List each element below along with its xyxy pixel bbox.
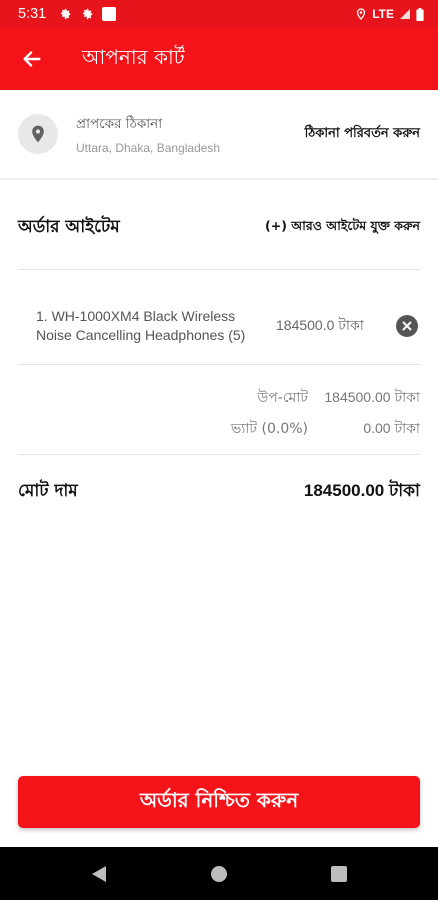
nav-recents-icon bbox=[331, 865, 347, 882]
total-value: 184500.00 টাকা bbox=[303, 481, 420, 500]
settings-icon bbox=[83, 8, 93, 20]
status-bar: 5:31 LTE bbox=[0, 0, 438, 28]
close-icon bbox=[402, 321, 412, 331]
cart-item-price: 184500.0 টাকা bbox=[276, 317, 364, 333]
notification-square-icon bbox=[102, 7, 117, 21]
location-icon bbox=[357, 8, 366, 20]
system-nav-bar bbox=[0, 847, 438, 900]
nav-home-icon bbox=[211, 865, 227, 882]
change-address-button[interactable]: ঠিকানা পরিবর্তন করুন bbox=[305, 124, 420, 145]
add-more-items-button[interactable]: (+) আরও আইটেম যুক্ত করুন bbox=[265, 218, 420, 238]
back-button[interactable] bbox=[2, 28, 62, 90]
nav-back-button[interactable] bbox=[39, 847, 159, 900]
arrow-left-icon bbox=[23, 51, 41, 67]
divider bbox=[0, 178, 438, 180]
nav-home-button[interactable] bbox=[159, 847, 279, 900]
subtotal-value: 184500.00 টাকা bbox=[324, 389, 420, 405]
divider bbox=[18, 454, 420, 455]
divider bbox=[18, 364, 420, 365]
order-items-title: অর্ডার আইটেম bbox=[18, 217, 120, 237]
divider bbox=[18, 269, 420, 270]
vat-value: 0.00 টাকা bbox=[363, 420, 420, 436]
total-label: মোট দাম bbox=[18, 481, 78, 501]
settings-icon bbox=[61, 8, 71, 20]
battery-icon bbox=[416, 7, 424, 21]
vat-label: ভ্যাট (0.0%) bbox=[230, 421, 308, 437]
app-bar: আপনার কার্ট bbox=[0, 28, 438, 90]
cart-content: প্রাপকের ঠিকানা Uttara, Dhaka, Banglades… bbox=[0, 90, 438, 847]
signal-icon bbox=[400, 9, 410, 19]
status-time: 5:31 bbox=[18, 6, 47, 22]
order-items-header: অর্ডার আইটেম (+) আরও আইটেম যুক্ত করুন bbox=[18, 214, 420, 242]
page-title: আপনার কার্ট bbox=[82, 44, 185, 69]
vat-row: ভ্যাট (0.0%) 0.00 টাকা bbox=[18, 417, 420, 441]
address-value: Uttara, Dhaka, Bangladesh bbox=[76, 141, 221, 155]
nav-recents-button[interactable] bbox=[279, 847, 399, 900]
subtotal-label: উপ-মোট bbox=[257, 390, 308, 406]
cart-item-name: 1. WH-1000XM4 Black Wireless Noise Cance… bbox=[36, 308, 246, 343]
remove-item-button[interactable] bbox=[396, 315, 418, 337]
address-label: প্রাপকের ঠিকানা bbox=[76, 116, 163, 132]
location-pin-icon bbox=[18, 114, 58, 154]
total-row: মোট দাম 184500.00 টাকা bbox=[18, 478, 420, 506]
confirm-order-button[interactable]: অর্ডার নিশ্চিত করুন bbox=[18, 776, 420, 828]
cart-item-row: 1. WH-1000XM4 Black Wireless Noise Cance… bbox=[18, 290, 420, 362]
delivery-address-row: প্রাপকের ঠিকানা Uttara, Dhaka, Banglades… bbox=[0, 90, 438, 178]
subtotal-row: উপ-মোট 184500.00 টাকা bbox=[18, 386, 420, 410]
nav-back-icon bbox=[92, 865, 106, 882]
network-type: LTE bbox=[372, 7, 394, 21]
